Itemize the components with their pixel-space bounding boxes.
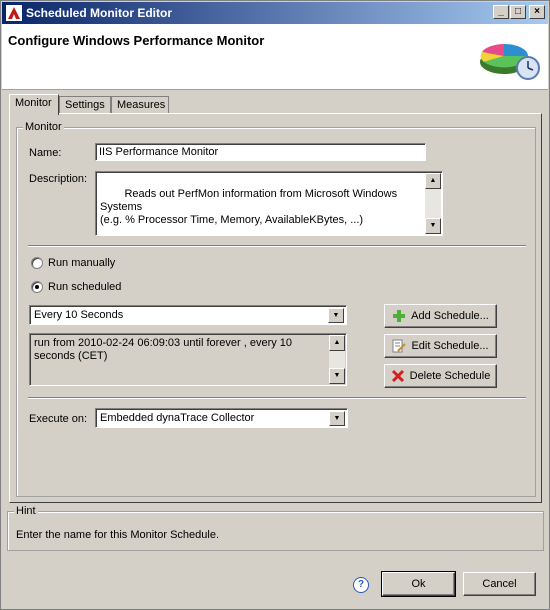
hint-group: Hint Enter the name for this Monitor Sch… [7,505,544,551]
title-bar[interactable]: Scheduled Monitor Editor _ □ × [2,2,548,24]
scheduled-monitor-editor-window: Scheduled Monitor Editor _ □ × Configure… [0,0,550,610]
edit-schedule-label: Edit Schedule... [411,340,489,352]
description-scrollbar[interactable]: ▲ ▼ [425,173,441,234]
hint-text: Enter the name for this Monitor Schedule… [16,529,219,541]
scroll-up-arrow-icon[interactable]: ▲ [329,335,345,351]
monitor-tab-panel: Monitor Name: IIS Performance Monitor De… [9,113,542,503]
chevron-down-icon[interactable]: ▼ [329,411,345,426]
monitor-group-legend: Monitor [23,121,64,133]
description-field[interactable]: Reads out PerfMon information from Micro… [95,171,443,236]
edit-schedule-button[interactable]: Edit Schedule... [384,334,497,358]
chevron-down-icon[interactable]: ▼ [328,308,344,323]
header-banner: Configure Windows Performance Monitor [2,24,548,90]
maximize-button[interactable]: □ [510,5,526,19]
tab-settings[interactable]: Settings [59,96,111,114]
close-button[interactable]: × [529,5,545,19]
schedule-details-field: run from 2010-02-24 06:09:03 until forev… [29,333,347,386]
name-field[interactable]: IIS Performance Monitor [95,143,426,161]
run-manually-label[interactable]: Run manually [48,257,115,269]
schedule-details-scrollbar[interactable]: ▲ ▼ [329,335,345,384]
ok-button[interactable]: Ok [381,571,456,597]
separator-top [28,245,526,247]
window-title: Scheduled Monitor Editor [26,6,172,20]
run-manually-radio[interactable] [31,257,43,269]
scroll-down-arrow-icon[interactable]: ▼ [425,218,441,234]
execute-on-select[interactable]: Embedded dynaTrace Collector ▼ [95,408,348,428]
add-schedule-button[interactable]: Add Schedule... [384,304,497,328]
pie-chart-clock-icon [480,44,540,80]
cancel-button[interactable]: Cancel [463,572,536,596]
run-scheduled-label[interactable]: Run scheduled [48,281,121,293]
plus-icon [393,310,406,322]
minimize-button[interactable]: _ [493,5,509,19]
schedule-interval-select[interactable]: Every 10 Seconds ▼ [29,305,347,325]
add-schedule-label: Add Schedule... [411,310,489,322]
name-label: Name: [29,147,62,159]
help-icon[interactable]: ? [353,577,369,593]
run-scheduled-radio[interactable] [31,281,43,293]
execute-on-value: Embedded dynaTrace Collector [100,412,255,424]
tab-measures[interactable]: Measures [111,96,169,114]
description-text: Reads out PerfMon information from Micro… [100,188,398,226]
page-title: Configure Windows Performance Monitor [8,33,265,48]
tab-monitor[interactable]: Monitor [9,94,59,115]
monitor-group: Monitor Name: IIS Performance Monitor De… [16,121,536,497]
separator-bottom [28,397,526,399]
schedule-details-text: run from 2010-02-24 06:09:03 until forev… [34,337,293,362]
radio-selected-dot [35,285,39,289]
edit-document-icon [392,339,407,353]
delete-schedule-button[interactable]: Delete Schedule [384,364,497,388]
scroll-up-arrow-icon[interactable]: ▲ [425,173,441,189]
delete-schedule-label: Delete Schedule [409,370,491,382]
description-label: Description: [29,173,88,185]
delete-x-icon [391,369,404,383]
hint-legend: Hint [14,505,38,517]
scroll-down-arrow-icon[interactable]: ▼ [329,368,345,384]
execute-on-label: Execute on: [29,413,88,425]
app-icon [6,5,22,21]
schedule-interval-value: Every 10 Seconds [34,309,124,321]
